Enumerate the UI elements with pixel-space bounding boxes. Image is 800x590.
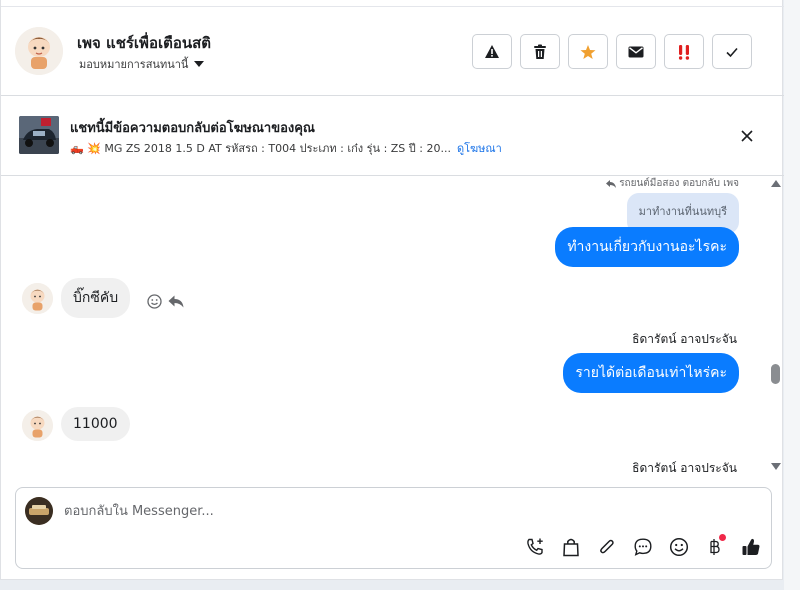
- reply-context: รถยนต์มือสอง ตอบกลับ เพจ: [606, 176, 739, 191]
- close-icon: [741, 130, 753, 142]
- scroll-down-arrow-icon[interactable]: [771, 463, 781, 470]
- ad-thumbnail[interactable]: [19, 116, 59, 154]
- page-title: เพจ แชร์เพื่อเตือนสติ: [77, 34, 211, 52]
- incoming-message[interactable]: 11000: [61, 407, 130, 441]
- outgoing-message[interactable]: รายได้ต่อเดือนเท่าไหร่คะ: [563, 353, 739, 393]
- payment-button[interactable]: [702, 534, 727, 558]
- message-actions: [147, 294, 184, 309]
- sender-name: ธิดารัตน์ อาจประจัน: [632, 332, 737, 346]
- assign-conversation-dropdown[interactable]: มอบหมายการสนทนานี้: [79, 55, 205, 73]
- mark-done-button[interactable]: [712, 34, 752, 69]
- message-input[interactable]: [64, 500, 744, 522]
- report-button[interactable]: [472, 34, 512, 69]
- scroll-up-arrow-icon[interactable]: [771, 180, 781, 187]
- page-avatar: [25, 497, 53, 525]
- delete-button[interactable]: [520, 34, 560, 69]
- reply-icon: [606, 179, 617, 188]
- page-scroll-area: [784, 0, 800, 590]
- notification-dot: [719, 534, 726, 541]
- star-icon: [580, 44, 596, 59]
- shop-button[interactable]: [558, 536, 583, 558]
- incoming-message[interactable]: บิ๊กซีคับ: [61, 278, 131, 318]
- composer-toolbar: [522, 534, 763, 558]
- conversation-header: เพจ แชร์เพื่อเตือนสติ มอบหมายการสนทนานี้: [1, 6, 784, 96]
- chat-bubble-icon: [633, 538, 652, 556]
- bag-icon: [562, 538, 579, 557]
- saved-replies-button[interactable]: [630, 536, 655, 558]
- ad-details: 🛻 💥 MG ZS 2018 1.5 D AT รหัสรถ : T004 ปร…: [70, 139, 502, 157]
- contact-avatar[interactable]: [22, 410, 53, 441]
- attach-button[interactable]: [594, 536, 619, 558]
- priority-button[interactable]: [664, 34, 704, 69]
- view-ad-link[interactable]: ดูโฆษณา: [457, 139, 502, 157]
- react-emoji-icon[interactable]: [147, 294, 162, 309]
- reply-composer: [15, 487, 772, 569]
- paperclip-icon: [599, 539, 614, 554]
- emoji-button[interactable]: [666, 536, 691, 558]
- message-list: รถยนต์มือสอง ตอบกลับ เพจ มาทำงานที่นนทบุ…: [1, 176, 767, 479]
- ad-reply-banner: แชทนี้มีข้อความตอบกลับต่อโฆษณาของคุณ 🛻 💥…: [1, 96, 784, 176]
- mark-unread-button[interactable]: [616, 34, 656, 69]
- reply-context-text: รถยนต์มือสอง ตอบกลับ เพจ: [619, 178, 739, 189]
- chevron-down-icon: [194, 61, 205, 67]
- warning-icon: [485, 45, 499, 58]
- like-button[interactable]: [738, 536, 763, 558]
- mail-icon: [628, 46, 644, 57]
- call-button[interactable]: [522, 536, 547, 558]
- reply-icon[interactable]: [168, 295, 184, 308]
- header-actions: [472, 34, 752, 69]
- ad-reply-title: แชทนี้มีข้อความตอบกลับต่อโฆษณาของคุณ: [70, 121, 315, 136]
- scroll-thumb[interactable]: [771, 364, 780, 384]
- check-icon: [726, 47, 738, 57]
- message-scrollbar[interactable]: [767, 176, 784, 479]
- close-banner-button[interactable]: [737, 126, 757, 146]
- thumbs-up-icon: [742, 538, 759, 555]
- emoji-icon: [669, 537, 688, 557]
- call-plus-icon: [526, 538, 543, 555]
- double-exclaim-icon: [678, 44, 690, 60]
- sender-name: ธิดารัตน์ อาจประจัน: [632, 461, 737, 475]
- ad-description: 🛻 💥 MG ZS 2018 1.5 D AT รหัสรถ : T004 ปร…: [70, 142, 451, 155]
- star-button[interactable]: [568, 34, 608, 69]
- contact-avatar[interactable]: [22, 283, 53, 314]
- assign-label: มอบหมายการสนทนานี้: [79, 58, 189, 71]
- trash-icon: [534, 44, 546, 59]
- outgoing-message[interactable]: ทำงานเกี่ยวกับงานอะไรคะ: [555, 227, 739, 267]
- page-avatar[interactable]: [15, 27, 63, 75]
- conversation-panel: เพจ แชร์เพื่อเตือนสติ มอบหมายการสนทนานี้: [0, 0, 784, 580]
